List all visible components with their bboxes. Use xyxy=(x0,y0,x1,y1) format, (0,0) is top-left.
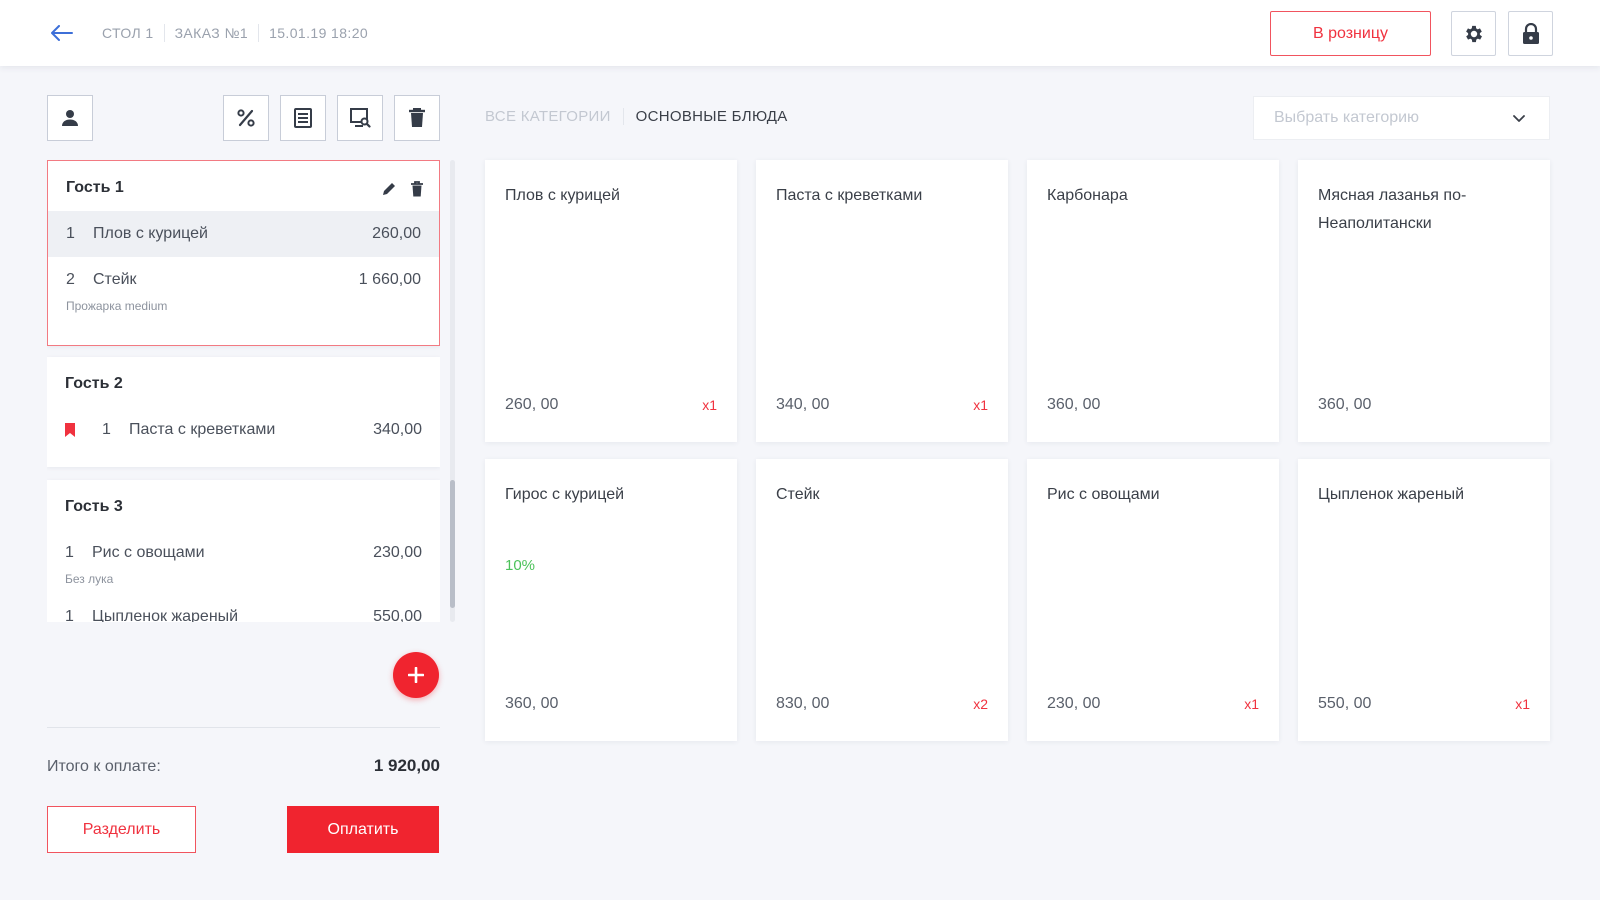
top-bar: СТОЛ 1 ЗАКАЗ №1 15.01.19 18:20 В розницу xyxy=(0,0,1600,66)
dish-price: 830, 00 xyxy=(776,695,830,712)
dish-name: Гирос с курицей xyxy=(505,486,625,503)
dish-price: 230, 00 xyxy=(1047,695,1101,712)
guest-name: Гость 3 xyxy=(65,498,123,515)
item-number: 1 xyxy=(65,544,74,561)
gear-icon xyxy=(1465,25,1482,42)
breadcrumb: СТОЛ 1 ЗАКАЗ №1 15.01.19 18:20 xyxy=(102,24,378,42)
pay-button[interactable]: Оплатить xyxy=(287,806,439,853)
dish-quantity: x2 xyxy=(973,696,988,712)
dish-quantity: x1 xyxy=(1515,696,1530,712)
item-number: 1 xyxy=(65,608,74,622)
menu-item-card[interactable]: Мясная лазанья по-Неаполитански 360, 00 xyxy=(1298,160,1550,442)
guest-name: Гость 2 xyxy=(65,375,123,392)
order-item[interactable]: 1 Паста с креветками 340,00 xyxy=(47,407,440,453)
item-number: 2 xyxy=(66,271,75,288)
order-item[interactable]: 1 Цыпленок жареный 550,00 xyxy=(47,594,440,622)
menu-item-card[interactable]: Гирос с курицей 10% 360, 00 xyxy=(485,459,737,741)
item-number: 1 xyxy=(66,225,75,242)
item-price: 550,00 xyxy=(373,608,422,622)
percent-icon xyxy=(237,109,255,127)
guest-tools xyxy=(381,181,423,197)
dish-price: 260, 00 xyxy=(505,396,559,413)
settings-button[interactable] xyxy=(1451,11,1496,56)
chevron-down-icon xyxy=(1513,115,1525,122)
dish-name: Цыпленок жареный xyxy=(1318,486,1465,503)
delete-order-button[interactable] xyxy=(394,95,440,141)
guest-card[interactable]: Гость 1 1 Плов с курицей 260,00 2 Стейк … xyxy=(47,160,440,346)
document-icon xyxy=(294,108,312,128)
monitor-search-icon xyxy=(350,108,371,128)
menu-item-card[interactable]: Плов с курицей 260, 00 x1 xyxy=(485,160,737,442)
guest-card[interactable]: Гость 2 1 Паста с креветками 340,00 xyxy=(47,357,440,467)
total-value: 1 920,00 xyxy=(373,756,440,775)
dish-name: Рис с овощами xyxy=(1047,486,1160,503)
menu-item-card[interactable]: Карбонара 360, 00 xyxy=(1027,160,1279,442)
lock-icon xyxy=(1522,22,1539,44)
order-item[interactable]: 1 Рис с овощами 230,00 Без лука xyxy=(47,530,440,600)
dish-name: Паста с креветками xyxy=(776,187,923,204)
item-price: 340,00 xyxy=(373,421,422,438)
item-number: 1 xyxy=(102,421,111,438)
user-icon xyxy=(62,110,78,126)
item-price: 230,00 xyxy=(373,544,422,561)
dish-name: Карбонара xyxy=(1047,187,1128,204)
dish-price: 340, 00 xyxy=(776,396,830,413)
trash-icon xyxy=(409,108,425,127)
guest-list: Гость 1 1 Плов с курицей 260,00 2 Стейк … xyxy=(47,160,440,622)
dish-name: Стейк xyxy=(776,486,820,503)
category-select-placeholder: Выбрать категорию xyxy=(1274,109,1420,126)
order-item[interactable]: 1 Плов с курицей 260,00 xyxy=(48,211,439,257)
dish-quantity: x1 xyxy=(1244,696,1259,712)
dish-name: Мясная лазанья по-Неаполитански xyxy=(1318,187,1467,232)
trash-icon[interactable] xyxy=(411,181,423,197)
menu-item-card[interactable]: Стейк 830, 00 x2 xyxy=(756,459,1008,741)
menu-item-card[interactable]: Паста с креветками 340, 00 x1 xyxy=(756,160,1008,442)
dish-name: Плов с курицей xyxy=(505,187,620,204)
add-guest-button[interactable] xyxy=(393,652,439,698)
dish-quantity: x1 xyxy=(973,397,988,413)
dish-price: 360, 00 xyxy=(1047,396,1101,413)
dish-quantity: x1 xyxy=(702,397,717,413)
total-label: Итого к оплате: xyxy=(47,758,161,775)
tab-main-dishes[interactable]: ОСНОВНЫЕ БЛЮДА xyxy=(622,108,800,125)
scrollbar-thumb[interactable] xyxy=(450,480,455,608)
category-select[interactable]: Выбрать категорию xyxy=(1253,96,1550,140)
arrow-left-icon xyxy=(51,25,73,41)
breadcrumb-order: ЗАКАЗ №1 xyxy=(163,24,258,42)
discount-button[interactable] xyxy=(223,95,269,141)
dish-price: 360, 00 xyxy=(505,695,559,712)
dish-price: 550, 00 xyxy=(1318,695,1372,712)
order-item[interactable]: 2 Стейк 1 660,00 Прожарка medium xyxy=(48,257,439,327)
back-button[interactable] xyxy=(44,18,80,48)
menu-item-card[interactable]: Цыпленок жареный 550, 00 x1 xyxy=(1298,459,1550,741)
item-price: 1 660,00 xyxy=(358,271,421,288)
dish-price: 360, 00 xyxy=(1318,396,1372,413)
divider xyxy=(47,727,440,728)
item-name: Цыпленок жареный xyxy=(92,608,239,622)
item-name: Плов с курицей xyxy=(93,225,208,242)
item-name: Стейк xyxy=(93,271,137,288)
guest-name: Гость 1 xyxy=(66,179,124,196)
breadcrumb-datetime: 15.01.19 18:20 xyxy=(258,24,378,42)
discount-badge: 10% xyxy=(505,557,536,574)
split-button[interactable]: Разделить xyxy=(47,806,196,853)
item-modifier: Прожарка medium xyxy=(66,299,168,313)
item-price: 260,00 xyxy=(372,225,421,242)
retail-button[interactable]: В розницу xyxy=(1270,11,1431,56)
customer-button[interactable] xyxy=(47,95,93,141)
category-tabs: ВСЕ КАТЕГОРИИ ОСНОВНЫЕ БЛЮДА xyxy=(485,108,800,125)
breadcrumb-table: СТОЛ 1 xyxy=(102,25,154,41)
tab-all-categories[interactable]: ВСЕ КАТЕГОРИИ xyxy=(485,108,623,125)
menu-item-card[interactable]: Рис с овощами 230, 00 x1 xyxy=(1027,459,1279,741)
pencil-icon[interactable] xyxy=(381,181,397,197)
guest-card[interactable]: Гость 3 1 Рис с овощами 230,00 Без лука … xyxy=(47,480,440,622)
item-name: Паста с креветками xyxy=(129,421,276,438)
item-modifier: Без лука xyxy=(65,572,114,586)
bookmark-icon xyxy=(65,423,75,437)
plus-icon xyxy=(408,667,424,683)
lock-button[interactable] xyxy=(1508,11,1553,56)
item-name: Рис с овощами xyxy=(92,544,205,561)
bill-button[interactable] xyxy=(280,95,326,141)
print-preview-button[interactable] xyxy=(337,95,383,141)
